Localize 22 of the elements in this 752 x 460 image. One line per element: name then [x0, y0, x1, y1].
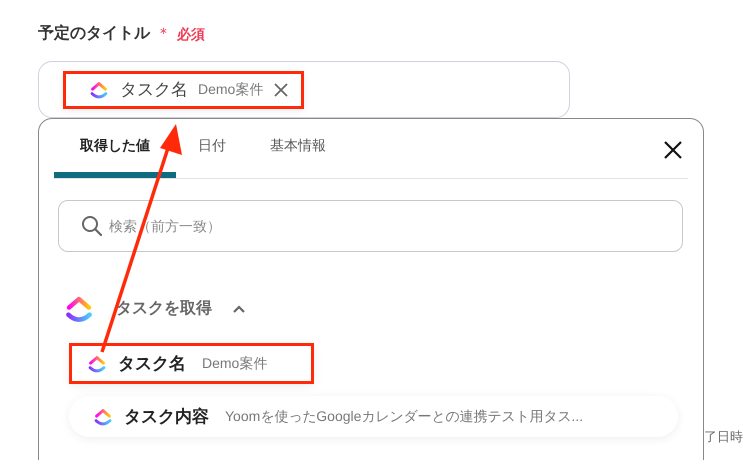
chip-name: タスク名	[120, 78, 188, 101]
title-field[interactable]: タスク名 Demo案件	[38, 61, 570, 118]
tab[interactable]: 日付	[176, 118, 248, 178]
tab[interactable]: 基本情報	[248, 118, 348, 178]
variable-chip[interactable]: タスク名 Demo案件	[63, 70, 304, 108]
field-label: 了日時	[704, 428, 743, 446]
required-label: 必須	[177, 24, 205, 44]
chevron-up-icon[interactable]	[232, 304, 246, 314]
field-label: 予定のタイトル	[38, 23, 150, 44]
chip-value: Demo案件	[198, 80, 264, 99]
item-name: タスク内容	[124, 406, 209, 428]
variable-item[interactable]: タスク内容 Yoomを使ったGoogleカレンダーとの連携テスト用タス...	[69, 396, 678, 437]
item-name: タスク名	[118, 352, 186, 375]
search-input[interactable]: 検索（前方一致）	[109, 216, 682, 236]
item-value: Demo案件	[202, 354, 268, 373]
required-mark: ＊	[156, 24, 171, 44]
section-title[interactable]: タスクを取得	[116, 297, 212, 321]
search-icon	[81, 215, 103, 237]
search-field[interactable]: 検索（前方一致）	[58, 200, 683, 252]
item-value: Yoomを使ったGoogleカレンダーとの連携テスト用タス...	[225, 407, 584, 426]
close-icon[interactable]	[663, 140, 683, 160]
variable-item[interactable]: タスク名 Demo案件	[69, 343, 314, 384]
